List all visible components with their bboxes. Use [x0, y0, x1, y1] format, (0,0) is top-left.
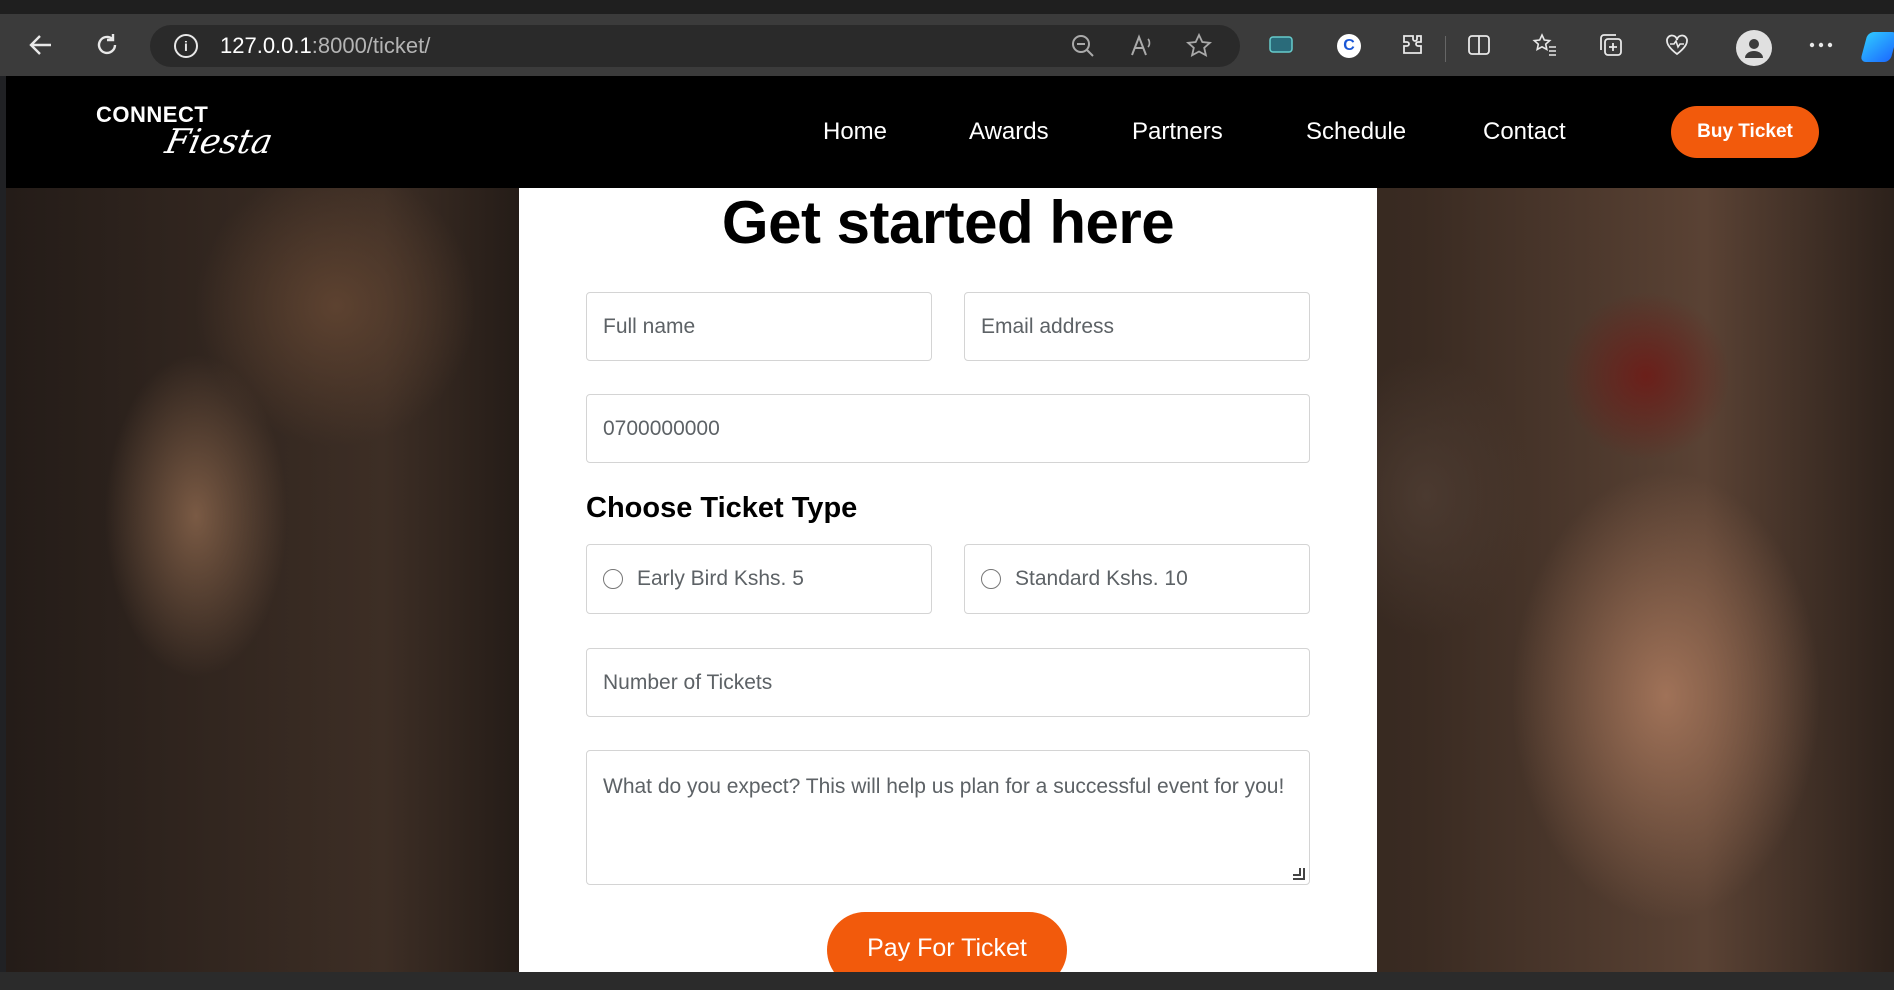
browser-tab-strip	[0, 0, 1894, 14]
ticket-type-heading: Choose Ticket Type	[586, 492, 858, 524]
screen-share-icon[interactable]	[1264, 28, 1298, 62]
buy-ticket-button[interactable]: Buy Ticket	[1671, 106, 1819, 158]
profile-avatar[interactable]	[1736, 30, 1772, 66]
early-bird-radio[interactable]	[603, 569, 623, 589]
email-input[interactable]: Email address	[964, 292, 1310, 361]
url-text: 127.0.0.1:8000/ticket/	[220, 33, 431, 58]
logo-script: Fiesta	[161, 122, 277, 162]
window-bottom-edge	[0, 972, 1894, 990]
nav-link-awards[interactable]: Awards	[969, 118, 1049, 146]
zoom-icon[interactable]	[1070, 25, 1096, 67]
collections-icon[interactable]	[1594, 28, 1628, 62]
nav-link-contact[interactable]: Contact	[1483, 118, 1566, 146]
extensions-puzzle-icon[interactable]	[1396, 28, 1430, 62]
resize-handle-icon[interactable]	[1293, 868, 1305, 880]
pay-for-ticket-button[interactable]: Pay For Ticket	[827, 912, 1067, 972]
page-title: Get started here	[721, 189, 1175, 256]
phone-input[interactable]: 0700000000	[586, 394, 1310, 463]
browser-essentials-icon[interactable]	[1660, 28, 1694, 62]
reload-icon[interactable]	[90, 28, 124, 62]
expectations-placeholder: What do you expect? This will help us pl…	[603, 775, 1285, 798]
early-bird-option[interactable]: Early Bird Kshs. 5	[586, 544, 932, 614]
number-of-tickets-input[interactable]: Number of Tickets	[586, 648, 1310, 717]
address-bar[interactable]: i 127.0.0.1:8000/ticket/	[150, 25, 1240, 67]
copilot-icon[interactable]	[1859, 32, 1894, 62]
site-logo[interactable]: CONNECT Fiesta	[96, 102, 276, 162]
ticket-form-card: Get started here Full name Email address…	[519, 188, 1377, 972]
back-icon[interactable]	[24, 28, 58, 62]
site-info-icon[interactable]: i	[174, 34, 198, 58]
browser-toolbar: i 127.0.0.1:8000/ticket/ C	[0, 14, 1894, 76]
page-viewport: CONNECT Fiesta Home Awards Partners Sche…	[6, 76, 1894, 972]
standard-label: Standard Kshs. 10	[1015, 567, 1188, 590]
nav-link-home[interactable]: Home	[823, 118, 887, 146]
standard-radio[interactable]	[981, 569, 1001, 589]
early-bird-label: Early Bird Kshs. 5	[637, 567, 804, 590]
split-screen-icon[interactable]	[1462, 28, 1496, 62]
full-name-input[interactable]: Full name	[586, 292, 932, 361]
site-navbar: CONNECT Fiesta Home Awards Partners Sche…	[6, 76, 1894, 188]
nav-link-partners[interactable]: Partners	[1132, 118, 1223, 146]
extension-c-icon[interactable]: C	[1337, 34, 1361, 58]
favorites-icon[interactable]	[1528, 28, 1562, 62]
more-menu-icon[interactable]	[1804, 28, 1838, 62]
read-aloud-icon[interactable]	[1128, 25, 1154, 67]
favorite-star-icon[interactable]	[1186, 25, 1212, 67]
standard-option[interactable]: Standard Kshs. 10	[964, 544, 1310, 614]
nav-link-schedule[interactable]: Schedule	[1306, 118, 1406, 146]
expectations-textarea[interactable]: What do you expect? This will help us pl…	[586, 750, 1310, 885]
